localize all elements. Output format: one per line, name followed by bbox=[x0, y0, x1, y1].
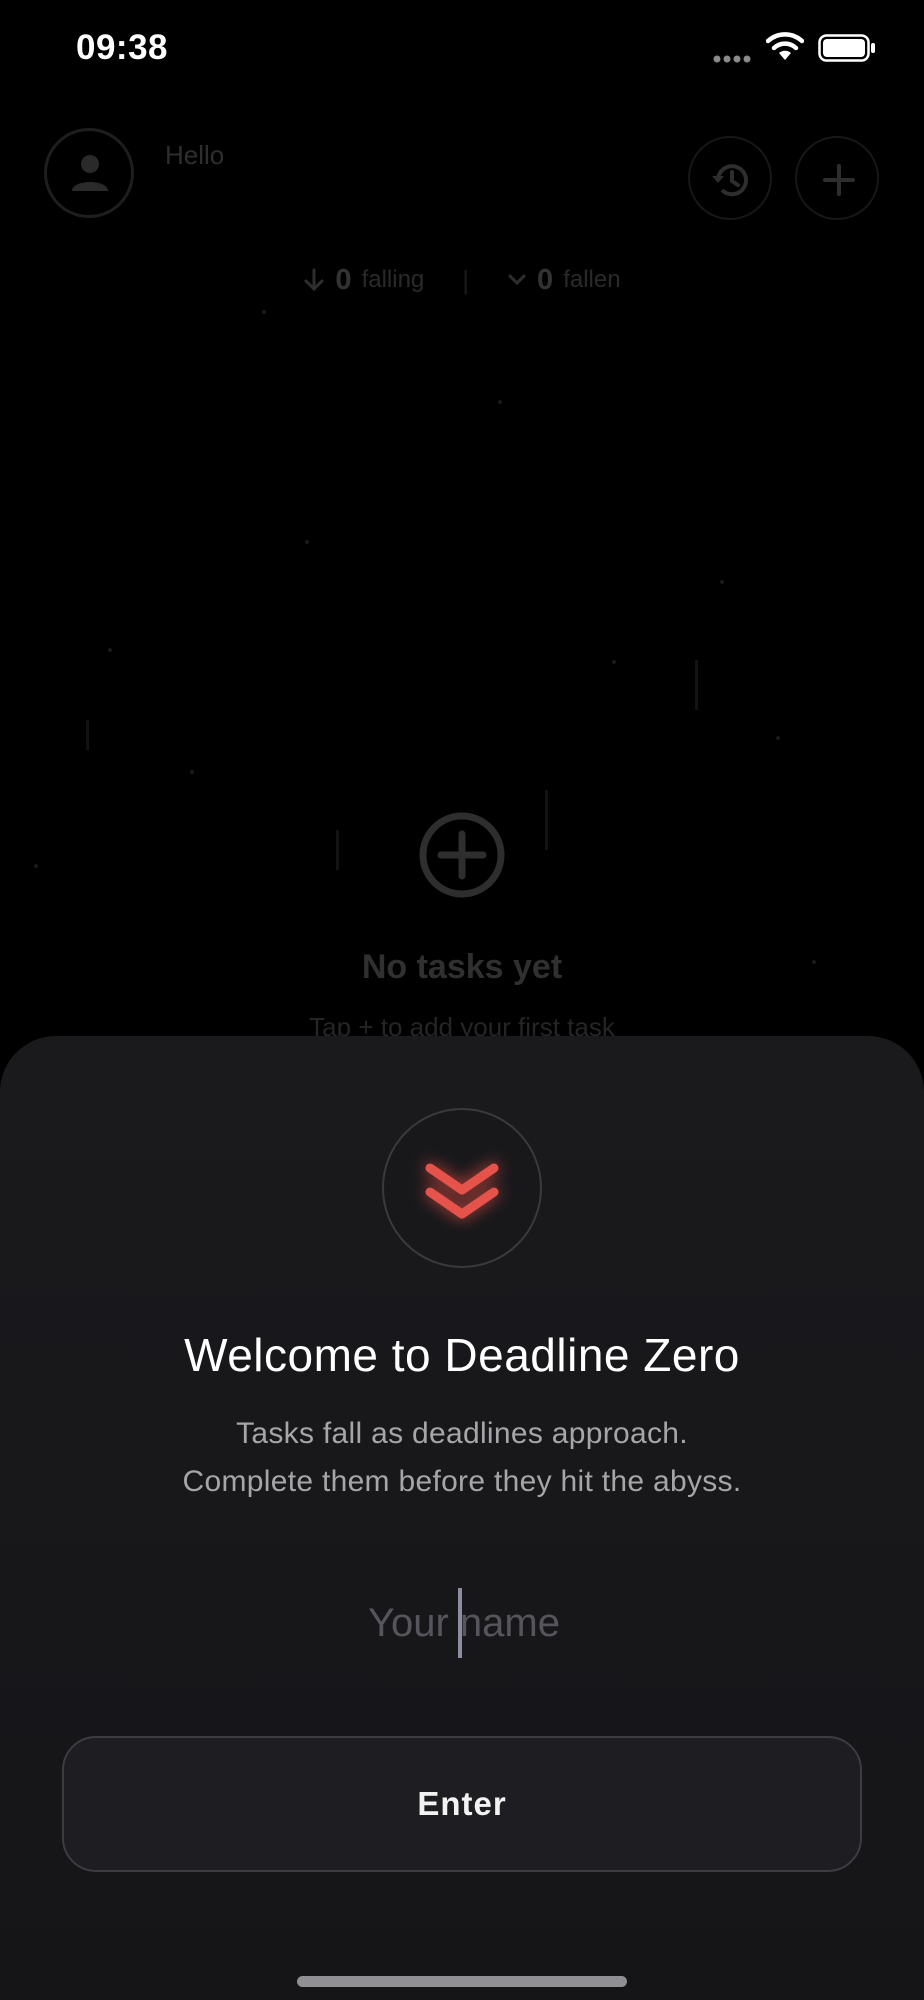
signal-icon bbox=[713, 55, 751, 63]
welcome-sheet: Welcome to Deadline Zero Tasks fall as d… bbox=[0, 1036, 924, 2000]
history-button bbox=[688, 136, 772, 220]
app-logo bbox=[382, 1108, 542, 1268]
counter-divider: | bbox=[462, 264, 470, 295]
falling-counter: 0 falling bbox=[303, 264, 424, 297]
welcome-subtitle: Tasks fall as deadlines approach. Comple… bbox=[0, 1410, 924, 1506]
particle bbox=[720, 580, 724, 584]
battery-icon bbox=[818, 34, 875, 62]
particle bbox=[776, 736, 780, 740]
avatar bbox=[44, 128, 134, 218]
chevron-down-icon bbox=[508, 274, 526, 286]
history-icon bbox=[712, 164, 748, 197]
falling-count: 0 bbox=[335, 263, 352, 296]
status-time: 09:38 bbox=[76, 28, 169, 67]
falling-streak bbox=[336, 830, 339, 870]
particle bbox=[305, 540, 309, 544]
task-counters: 0 falling | 0 fallen bbox=[0, 260, 924, 300]
particle bbox=[612, 660, 616, 664]
falling-streak bbox=[86, 720, 89, 750]
falling-streak bbox=[695, 660, 698, 710]
text-cursor bbox=[458, 1588, 462, 1658]
particle bbox=[190, 770, 194, 774]
status-bar: 09:38 bbox=[0, 0, 924, 100]
enter-button[interactable]: Enter bbox=[62, 1736, 862, 1872]
plus-icon bbox=[823, 164, 855, 196]
empty-state-title: No tasks yet bbox=[361, 948, 563, 986]
welcome-title: Welcome to Deadline Zero bbox=[184, 1329, 740, 1381]
wifi-icon bbox=[766, 32, 804, 60]
welcome-subtitle-line-1: Tasks fall as deadlines approach. bbox=[236, 1417, 688, 1450]
arrow-down-icon bbox=[304, 268, 324, 292]
falling-label: falling bbox=[361, 266, 425, 293]
particle bbox=[498, 400, 502, 404]
fallen-counter: 0 fallen bbox=[507, 264, 621, 297]
fallen-label: fallen bbox=[563, 266, 621, 293]
welcome-subtitle-line-2: Complete them before they hit the abyss. bbox=[182, 1465, 742, 1498]
app-screen: 09:38 Hello 0 falling | 0 fallen No task… bbox=[0, 0, 924, 2000]
add-task-button bbox=[795, 136, 879, 220]
plus-circle-icon bbox=[419, 812, 505, 898]
greeting-text: Hello bbox=[165, 140, 225, 170]
particle bbox=[108, 648, 112, 652]
name-input[interactable] bbox=[100, 1584, 828, 1662]
falling-streak bbox=[545, 790, 548, 850]
double-chevron-down-icon bbox=[425, 1163, 499, 1219]
person-icon bbox=[72, 155, 108, 191]
home-indicator[interactable] bbox=[297, 1976, 627, 1987]
particle bbox=[34, 864, 38, 868]
fallen-count: 0 bbox=[537, 263, 554, 296]
particle bbox=[262, 310, 266, 314]
